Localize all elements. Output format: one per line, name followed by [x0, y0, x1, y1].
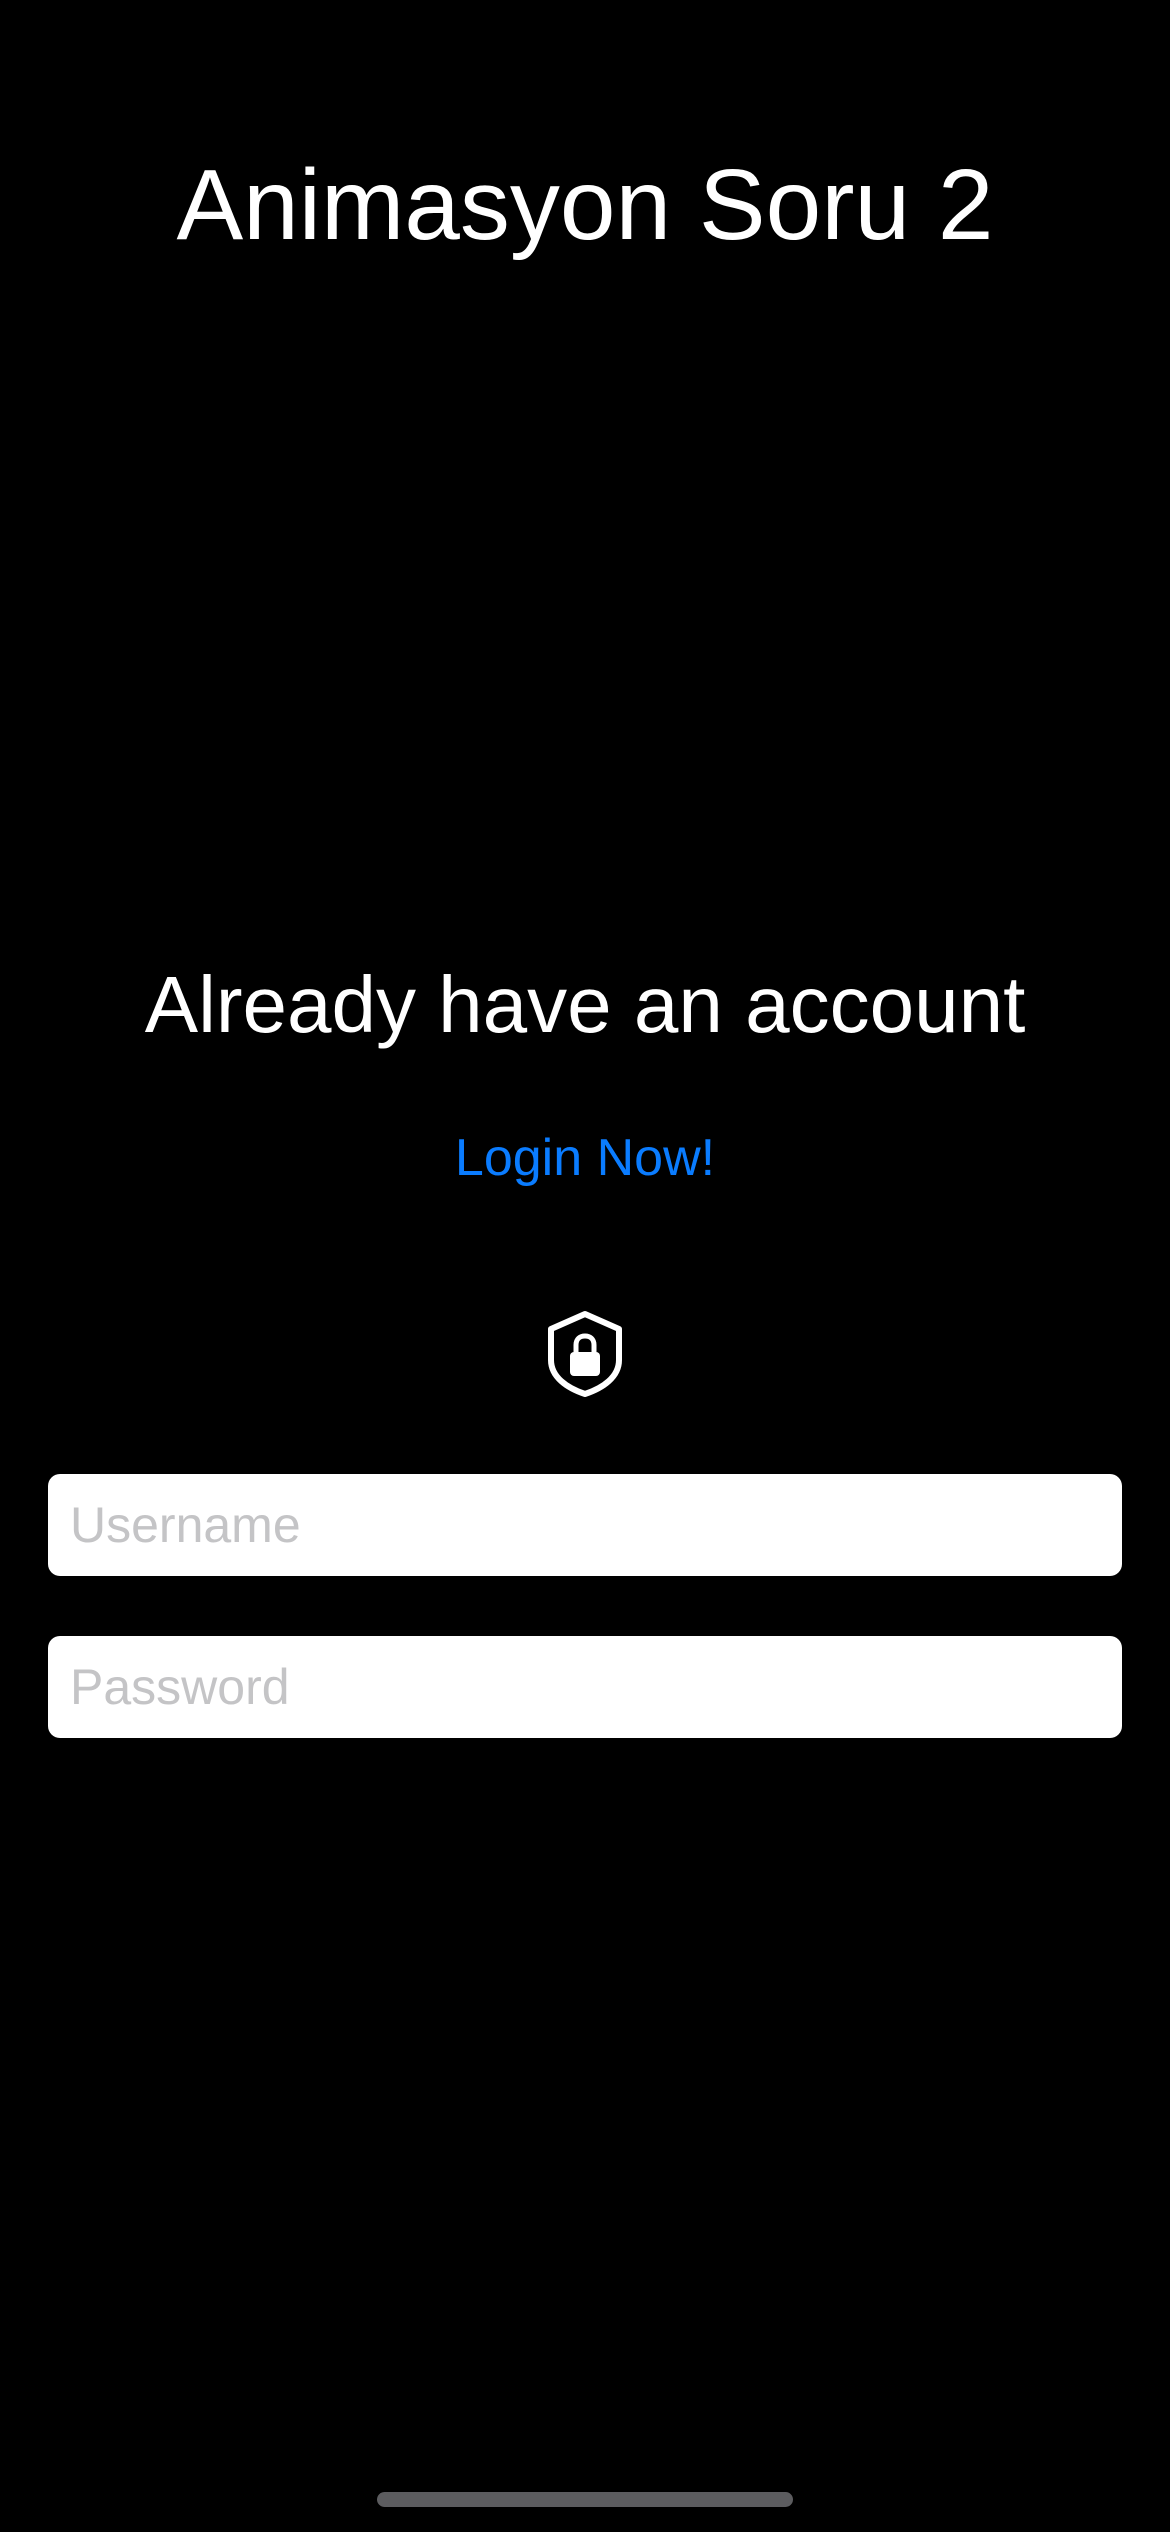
home-indicator: [377, 2492, 793, 2507]
shield-lock-icon: [545, 1310, 625, 1398]
login-now-link[interactable]: Login Now!: [385, 1120, 785, 1196]
username-input[interactable]: [48, 1474, 1122, 1576]
page-title: Animasyon Soru 2: [176, 149, 994, 261]
account-heading: Already have an account: [144, 960, 1026, 1049]
password-input[interactable]: [48, 1636, 1122, 1738]
